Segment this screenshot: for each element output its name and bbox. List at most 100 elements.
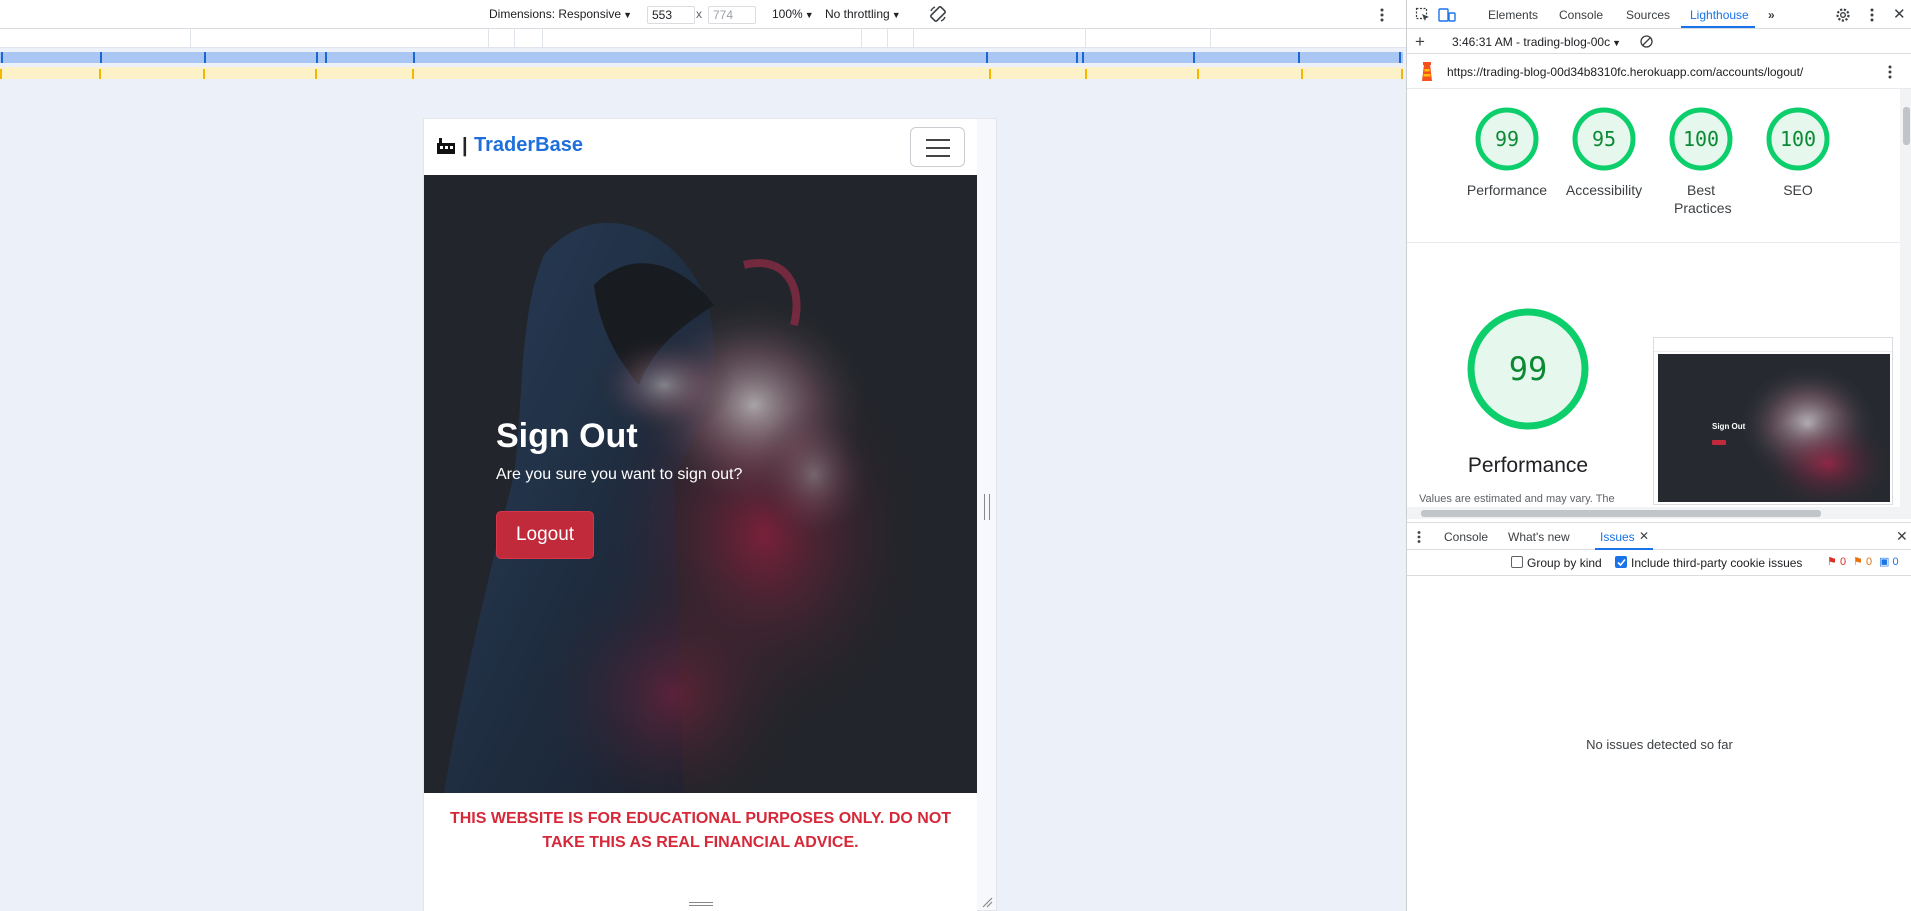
ruler-tick: [542, 29, 543, 48]
device-toolbar: Dimensions: Responsive▼ x 100%▼ No throt…: [0, 0, 1406, 29]
chevron-down-icon: ▼: [1612, 38, 1622, 48]
close-drawer-icon[interactable]: ✕: [1896, 528, 1908, 545]
drawer-tab-whats-new[interactable]: What's new: [1508, 530, 1570, 544]
thumb-title: Sign Out: [1712, 422, 1746, 431]
media-query-ruler[interactable]: [0, 29, 1406, 48]
report-divider: [1407, 242, 1900, 243]
media-query-marker: [989, 69, 991, 79]
report-selector[interactable]: 3:46:31 AM - trading-blog-00c ▼: [1452, 35, 1621, 49]
rotate-icon[interactable]: [929, 5, 947, 23]
media-query-bar-max-width[interactable]: [0, 52, 1403, 63]
score-value-best-practices: 100: [1682, 127, 1720, 151]
more-options-icon[interactable]: [1380, 7, 1384, 23]
media-query-marker: [203, 69, 205, 79]
score-label-performance: Performance: [1466, 182, 1548, 198]
media-query-marker: [1, 52, 3, 63]
checkmark-icon: [1617, 558, 1626, 567]
chevron-down-icon: ▼: [804, 10, 814, 20]
throttling-dropdown[interactable]: No throttling ▼: [825, 7, 901, 21]
zoom-label: 100%: [772, 7, 803, 21]
performance-main-label: Performance: [1467, 454, 1589, 477]
scrollbar-thumb[interactable]: [1903, 107, 1910, 145]
warning-count-value: 0: [1865, 556, 1873, 568]
report-url[interactable]: https://trading-blog-00d34b8310fc.heroku…: [1447, 65, 1803, 79]
device-emulation-area: Dimensions: Responsive▼ x 100%▼ No throt…: [0, 0, 1406, 911]
media-query-marker: [1193, 52, 1195, 63]
devtools-tab-bar: Elements Console Sources Lighthouse » ✕: [1407, 0, 1911, 29]
report-horizontal-scrollbar[interactable]: [1407, 507, 1911, 519]
viewport-width-resize-handle[interactable]: [984, 494, 990, 520]
hamburger-icon: [926, 155, 950, 157]
dimensions-dropdown[interactable]: Dimensions: Responsive ▼: [489, 7, 632, 21]
chevron-down-icon: ▼: [623, 10, 632, 20]
include-third-party-label: Include third-party cookie issues: [1631, 556, 1803, 570]
page-subtitle: Are you sure you want to sign out?: [496, 466, 743, 483]
close-issues-tab-icon[interactable]: ✕: [1639, 529, 1649, 543]
zoom-dropdown[interactable]: 100% ▼: [772, 7, 814, 21]
ruler-tick: [913, 29, 914, 48]
score-label-best-practices: Best Practices: [1674, 182, 1732, 216]
tab-lighthouse[interactable]: Lighthouse: [1690, 8, 1749, 22]
dimensions-label: Dimensions: Responsive: [489, 7, 622, 21]
lighthouse-logo-icon: [1422, 62, 1432, 81]
clear-reports-icon[interactable]: [1639, 34, 1654, 49]
drawer-tab-console[interactable]: Console: [1444, 530, 1488, 544]
throttling-label: No throttling: [825, 7, 890, 21]
inspect-element-icon[interactable]: [1415, 7, 1431, 23]
score-label-seo: SEO: [1783, 182, 1813, 198]
drawer-tab-issues[interactable]: Issues: [1600, 530, 1635, 544]
media-query-marker: [1197, 69, 1199, 79]
tab-sources[interactable]: Sources: [1626, 8, 1670, 22]
devtools-menu-icon[interactable]: [1870, 7, 1874, 23]
estimate-note: Values are estimated and may vary. The: [1419, 493, 1615, 505]
group-by-kind-checkbox[interactable]: [1511, 556, 1523, 568]
include-third-party-checkbox[interactable]: [1615, 556, 1627, 568]
report-url-row: https://trading-blog-00d34b8310fc.heroku…: [1407, 54, 1911, 89]
navbar-toggler-button[interactable]: [910, 127, 965, 167]
tab-elements[interactable]: Elements: [1488, 8, 1538, 22]
lighthouse-report: 99 Performance 95 Accessibility 100 Best…: [1407, 89, 1900, 507]
active-tab-indicator: [1681, 26, 1755, 28]
media-query-marker: [100, 52, 102, 63]
media-query-marker: [1301, 69, 1303, 79]
new-report-plus-icon[interactable]: +: [1415, 32, 1425, 52]
close-devtools-icon[interactable]: ✕: [1893, 5, 1906, 23]
ruler-tick: [190, 29, 191, 48]
final-screenshot-thumbnail[interactable]: Sign Out: [1653, 337, 1893, 505]
viewport-height-resize-handle[interactable]: [689, 902, 713, 906]
drawer-menu-icon[interactable]: [1417, 530, 1421, 544]
info-count-value: 0: [1892, 556, 1899, 568]
scrollbar-thumb[interactable]: [1421, 510, 1821, 517]
issues-toolbar: Group by kind Include third-party cookie…: [1407, 550, 1911, 576]
logout-button[interactable]: Logout: [496, 511, 594, 559]
device-toolbar-toggle-icon[interactable]: [1438, 7, 1456, 23]
width-input[interactable]: [647, 6, 695, 24]
resize-corner-icon[interactable]: [981, 896, 993, 908]
error-count[interactable]: ⚑ 0: [1827, 555, 1846, 568]
media-query-bar-min-width[interactable]: [0, 67, 1403, 79]
media-query-marker: [315, 69, 317, 79]
settings-gear-icon[interactable]: [1835, 7, 1851, 23]
report-vertical-scrollbar[interactable]: [1900, 89, 1911, 507]
info-message-icon: ▣: [1879, 556, 1890, 568]
score-value-performance: 99: [1494, 127, 1520, 151]
more-tabs-icon[interactable]: »: [1768, 8, 1775, 22]
ruler-tick: [861, 29, 862, 48]
devtools-panel: Elements Console Sources Lighthouse » ✕ …: [1406, 0, 1911, 911]
ruler-tick: [514, 29, 515, 48]
height-input[interactable]: [708, 6, 756, 24]
warning-count[interactable]: ⚑ 0: [1853, 555, 1872, 568]
brand-separator: |: [462, 135, 468, 157]
info-count[interactable]: ▣ 0: [1879, 555, 1899, 568]
thumb-navbar: [1654, 338, 1892, 352]
site-navbar: | TraderBase: [424, 119, 977, 175]
brand-link[interactable]: TraderBase: [474, 134, 583, 157]
score-label-accessibility: Accessibility: [1565, 182, 1643, 198]
media-query-marker: [986, 52, 988, 63]
thumb-hero: Sign Out: [1658, 354, 1890, 502]
report-menu-icon[interactable]: [1888, 64, 1892, 80]
thumb-hero-image: [1738, 364, 1890, 502]
thumb-logout-button: [1712, 440, 1726, 445]
tab-console[interactable]: Console: [1559, 8, 1603, 22]
score-value-accessibility: 95: [1591, 127, 1617, 151]
